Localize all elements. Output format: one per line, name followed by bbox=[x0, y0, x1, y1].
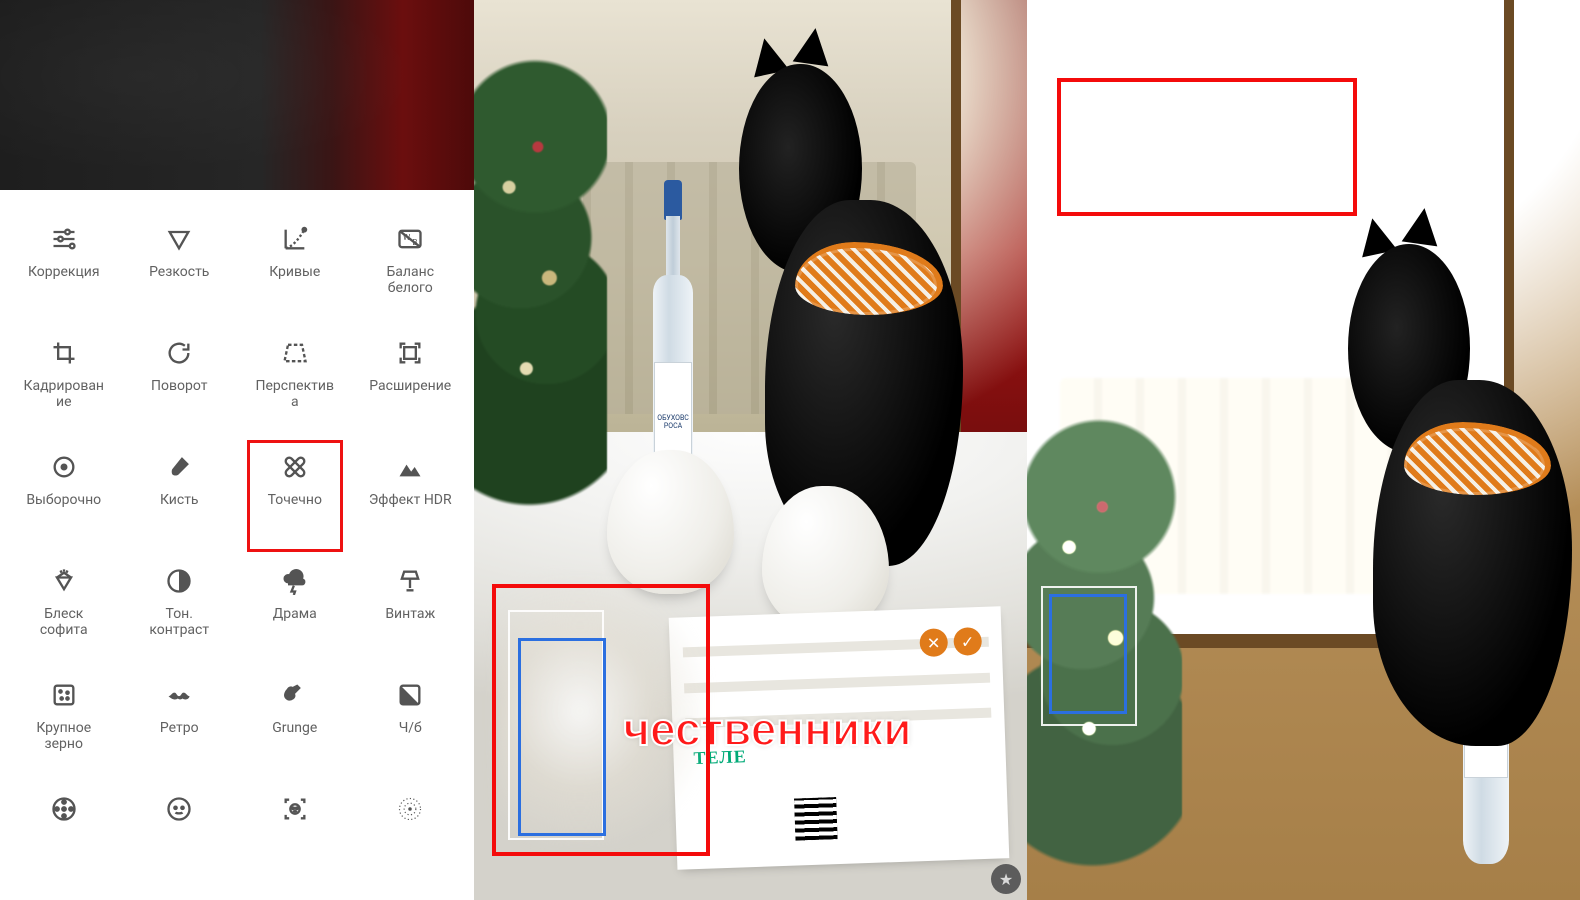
newspaper-check-badges: ✕ ✓ bbox=[919, 627, 982, 657]
tool-label: Винтаж bbox=[385, 606, 435, 622]
lamp-icon bbox=[395, 566, 425, 596]
storm-cloud-icon bbox=[280, 566, 310, 596]
christmas-tree bbox=[474, 36, 607, 540]
tool-lens-blur[interactable] bbox=[353, 788, 469, 896]
tool-label: Кадрирован ие bbox=[23, 378, 104, 410]
perspective-icon bbox=[280, 338, 310, 368]
tool-bw[interactable]: Ч/б bbox=[353, 674, 469, 782]
tool-label: Выборочно bbox=[26, 492, 101, 508]
tool-drama[interactable]: Драма bbox=[237, 560, 353, 668]
tool-label: Точечно bbox=[268, 492, 322, 508]
tool-retrolux[interactable]: Ретро bbox=[122, 674, 238, 782]
photo-before: ОБУХОВС РОСА ✕ ✓ ТЕЛЕ чественники ★ bbox=[474, 0, 1027, 900]
tool-details[interactable]: Резкость bbox=[122, 218, 238, 326]
curves-icon bbox=[280, 224, 310, 254]
tool-tonal-contrast[interactable]: Тон. контраст bbox=[122, 560, 238, 668]
favorite-star-button[interactable]: ★ bbox=[991, 864, 1021, 894]
photo-preview-strip bbox=[0, 0, 474, 190]
tool-label: Перспектив а bbox=[256, 378, 335, 410]
grain-icon bbox=[49, 680, 79, 710]
tool-grainy-film[interactable]: Крупное зерно bbox=[6, 674, 122, 782]
tool-portrait[interactable] bbox=[122, 788, 238, 896]
tool-label: Резкость bbox=[149, 264, 209, 280]
tool-grid: Коррекция Резкость Кривые WB Баланс бело… bbox=[0, 190, 474, 900]
tool-hdr[interactable]: Эффект HDR bbox=[353, 446, 469, 554]
tools-panel: Коррекция Резкость Кривые WB Баланс бело… bbox=[0, 0, 474, 900]
black-cat bbox=[1348, 234, 1580, 756]
tool-grunge[interactable]: Grunge bbox=[237, 674, 353, 782]
tool-curves[interactable]: Кривые bbox=[237, 218, 353, 326]
photo-after: ОБУХОВС РОСА bbox=[1027, 0, 1580, 900]
target-icon bbox=[49, 452, 79, 482]
sliders-icon bbox=[49, 224, 79, 254]
annotation-blue-box bbox=[1049, 594, 1127, 714]
qr-code bbox=[795, 797, 838, 840]
face-icon bbox=[164, 794, 194, 824]
brush-icon bbox=[164, 452, 194, 482]
mountains-icon bbox=[395, 452, 425, 482]
tool-label: Баланс белого bbox=[386, 264, 434, 296]
teacup bbox=[762, 486, 889, 630]
tool-label: Ретро bbox=[160, 720, 199, 736]
tool-label: Коррекция bbox=[28, 264, 100, 280]
wb-icon: WB bbox=[395, 224, 425, 254]
tool-label: Расширение bbox=[369, 378, 451, 394]
tool-healing[interactable]: Точечно bbox=[237, 446, 353, 554]
tool-noir[interactable] bbox=[6, 788, 122, 896]
annotation-red-box bbox=[1057, 78, 1357, 216]
guitar-icon bbox=[280, 680, 310, 710]
film-reel-icon bbox=[49, 794, 79, 824]
tool-label: Драма bbox=[273, 606, 317, 622]
bottle-label-text: ОБУХОВС РОСА bbox=[655, 414, 690, 430]
bw-square-icon bbox=[395, 680, 425, 710]
tool-label: Блеск софита bbox=[40, 606, 88, 638]
svg-text:W: W bbox=[403, 232, 411, 242]
tool-tune[interactable]: Коррекция bbox=[6, 218, 122, 326]
diamond-glow-icon bbox=[49, 566, 79, 596]
tool-label: Ч/б bbox=[399, 720, 422, 736]
face-focus-icon bbox=[280, 794, 310, 824]
teacup bbox=[607, 450, 734, 594]
tool-white-balance[interactable]: WB Баланс белого bbox=[353, 218, 469, 326]
tool-perspective[interactable]: Перспектив а bbox=[237, 332, 353, 440]
tool-label: Поворот bbox=[151, 378, 207, 394]
black-cat bbox=[739, 54, 993, 576]
contrast-icon bbox=[164, 566, 194, 596]
tool-label: Тон. контраст bbox=[149, 606, 209, 638]
tool-selective[interactable]: Выборочно bbox=[6, 446, 122, 554]
crop-icon bbox=[49, 338, 79, 368]
tool-expand[interactable]: Расширение bbox=[353, 332, 469, 440]
tool-label: Эффект HDR bbox=[369, 492, 452, 508]
mustache-icon bbox=[164, 680, 194, 710]
tool-brush[interactable]: Кисть bbox=[122, 446, 238, 554]
tool-label: Кривые bbox=[269, 264, 320, 280]
tool-glamour-glow[interactable]: Блеск софита bbox=[6, 560, 122, 668]
tool-vintage[interactable]: Винтаж bbox=[353, 560, 469, 668]
dots-circle-icon bbox=[395, 794, 425, 824]
bandage-icon bbox=[280, 452, 310, 482]
tool-crop[interactable]: Кадрирован ие bbox=[6, 332, 122, 440]
tool-label: Кисть bbox=[160, 492, 199, 508]
expand-icon bbox=[395, 338, 425, 368]
tool-rotate[interactable]: Поворот bbox=[122, 332, 238, 440]
tool-head-pose[interactable] bbox=[237, 788, 353, 896]
tool-label: Grunge bbox=[272, 720, 317, 736]
rotate-icon bbox=[164, 338, 194, 368]
annotation-blue-box bbox=[518, 638, 606, 836]
triangle-down-icon bbox=[164, 224, 194, 254]
tool-label: Крупное зерно bbox=[36, 720, 91, 752]
svg-text:B: B bbox=[413, 237, 418, 247]
